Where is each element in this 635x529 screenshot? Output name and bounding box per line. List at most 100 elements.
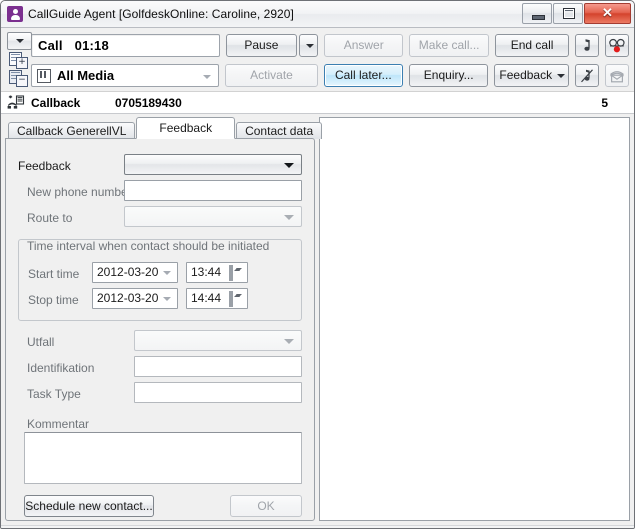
start-date-input[interactable]: 2012-03-20 [92, 262, 178, 283]
utfall-row: Utfall [27, 331, 54, 353]
maximize-icon [563, 8, 575, 19]
route-to-row: Route to [27, 207, 72, 229]
minimize-button[interactable] [522, 3, 552, 24]
main-toolbar: + − Call 01:18 Pause Answer Make call...… [1, 28, 634, 92]
utfall-label: Utfall [27, 335, 54, 349]
chevron-down-icon [284, 215, 294, 220]
task-type-row: Task Type [27, 383, 81, 405]
feedback-select[interactable] [124, 154, 302, 175]
chevron-down-icon [163, 297, 171, 301]
start-clock-value: 13:44 [191, 265, 221, 279]
toolbar-row-top: Call 01:18 Pause Answer Make call... End… [5, 32, 629, 59]
start-date-value: 2012-03-20 [97, 265, 158, 279]
toolbar-side-buttons: + − [7, 32, 31, 87]
chevron-down-icon [163, 271, 171, 275]
window-title: CallGuide Agent [GolfdeskOnline: Carolin… [28, 7, 294, 21]
agent-person-icon [7, 6, 23, 22]
remove-panel-icon[interactable]: − [7, 69, 30, 87]
stop-date-value: 2012-03-20 [97, 291, 158, 305]
start-time-row: Start time [28, 263, 79, 285]
voicemail-phone-icon [609, 69, 625, 83]
window-controls: ✕ [522, 3, 631, 24]
stop-clock-spinner[interactable] [229, 290, 245, 307]
ok-button[interactable]: OK [230, 495, 302, 517]
activate-button[interactable]: Activate [225, 64, 317, 87]
window-body: Callback GenerellVL Feedback Contact dat… [1, 114, 634, 525]
utfall-select[interactable] [134, 330, 302, 351]
chevron-down-icon [557, 74, 565, 78]
contact-count: 5 [601, 96, 626, 110]
route-to-label: Route to [27, 211, 72, 225]
status-bar [1, 525, 634, 529]
task-type-label: Task Type [27, 387, 81, 401]
time-interval-title: Time interval when contact should be ini… [27, 239, 269, 253]
route-to-select[interactable] [124, 206, 302, 227]
feedback-button-label: Feedback [499, 68, 552, 82]
enquiry-button[interactable]: Enquiry... [409, 64, 488, 87]
feedback-form: Feedback New phone number Route to [6, 139, 314, 520]
stop-clock-input[interactable]: 14:44 [186, 288, 248, 309]
start-clock-spinner[interactable] [229, 264, 245, 281]
chevron-down-icon [284, 339, 294, 344]
tab-contact-data[interactable]: Contact data [236, 122, 322, 139]
call-later-button[interactable]: Call later... [324, 64, 403, 87]
task-type-input[interactable] [134, 382, 302, 403]
feedback-dropdown-button[interactable]: Feedback [494, 64, 569, 87]
tab-callback-generellvl[interactable]: Callback GenerellVL [8, 122, 135, 139]
schedule-new-contact-button[interactable]: Schedule new contact... [24, 495, 154, 517]
left-pane: Callback GenerellVL Feedback Contact dat… [5, 117, 315, 521]
call-timer-value: 01:18 [75, 38, 109, 53]
record-button[interactable] [605, 34, 629, 57]
new-phone-row: New phone number [27, 181, 132, 203]
contact-type: Callback [31, 96, 115, 110]
minimize-icon [532, 15, 545, 20]
toolbar-row-bottom: All Media Activate Call later... Enquiry… [5, 62, 629, 89]
pause-dropdown-button[interactable] [299, 34, 318, 57]
record-reel-icon [609, 38, 626, 53]
hold-music-button[interactable] [575, 34, 599, 57]
end-call-button[interactable]: End call [495, 34, 569, 57]
feedback-tab-panel: Feedback New phone number Route to [5, 138, 315, 521]
tab-feedback[interactable]: Feedback [136, 117, 235, 139]
make-call-button[interactable]: Make call... [409, 34, 488, 57]
maximize-button[interactable] [553, 3, 583, 24]
application-window: CallGuide Agent [GolfdeskOnline: Carolin… [0, 0, 635, 529]
media-selector-value: All Media [57, 68, 114, 83]
stop-time-row: Stop time [28, 289, 79, 311]
feedback-row: Feedback [18, 155, 71, 177]
voicemail-button[interactable] [605, 64, 629, 87]
pause-button[interactable]: Pause [226, 34, 298, 57]
kommentar-label: Kommentar [27, 417, 89, 431]
contact-number: 0705189430 [115, 96, 182, 110]
kommentar-textarea[interactable] [24, 432, 302, 484]
new-phone-label: New phone number [27, 185, 132, 199]
right-content-pane [319, 117, 630, 521]
mute-note-icon [580, 68, 594, 83]
answer-button[interactable]: Answer [324, 34, 403, 57]
chevron-down-icon [16, 39, 24, 43]
toolbar-dropdown-button[interactable] [7, 32, 32, 50]
identifikation-label: Identifikation [27, 361, 94, 375]
spinner-down-icon[interactable] [231, 291, 233, 307]
call-timer-field: Call 01:18 [31, 34, 220, 57]
contact-info-bar: Callback 0705189430 5 [1, 92, 634, 114]
mute-button[interactable] [575, 64, 599, 87]
close-button[interactable]: ✕ [584, 3, 631, 24]
add-panel-icon[interactable]: + [7, 51, 30, 69]
start-time-label: Start time [28, 267, 79, 281]
identifikation-input[interactable] [134, 356, 302, 377]
media-selector[interactable]: All Media [31, 64, 219, 87]
music-note-icon [580, 38, 594, 53]
identifikation-row: Identifikation [27, 357, 94, 379]
stop-clock-value: 14:44 [191, 291, 221, 305]
tab-strip: Callback GenerellVL Feedback Contact dat… [5, 117, 315, 139]
chevron-down-icon [284, 163, 294, 168]
close-icon: ✕ [585, 4, 630, 23]
start-clock-input[interactable]: 13:44 [186, 262, 248, 283]
spinner-down-icon[interactable] [231, 265, 233, 281]
callback-phone-icon [7, 95, 25, 110]
stop-time-label: Stop time [28, 293, 79, 307]
title-bar: CallGuide Agent [GolfdeskOnline: Carolin… [1, 1, 634, 28]
new-phone-input[interactable] [124, 180, 302, 201]
stop-date-input[interactable]: 2012-03-20 [92, 288, 178, 309]
